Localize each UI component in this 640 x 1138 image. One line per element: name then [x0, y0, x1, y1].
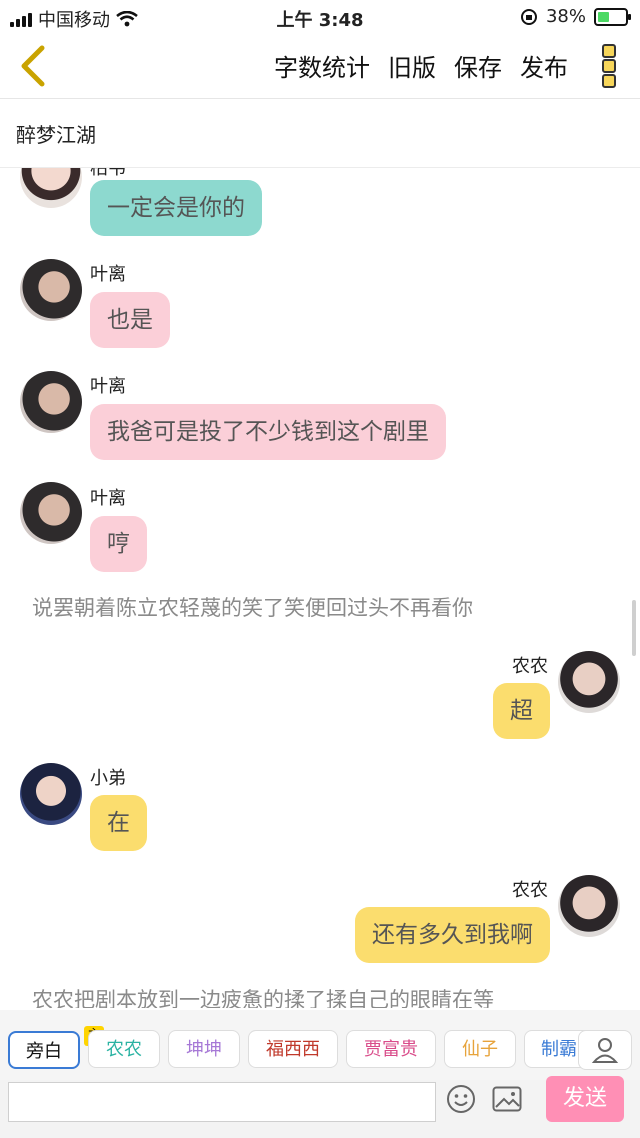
- story-title-row: 醉梦江湖: [0, 99, 640, 168]
- publish-button[interactable]: 发布: [520, 48, 568, 83]
- send-button[interactable]: 发送: [546, 1076, 624, 1122]
- message-bubble: 还有多久到我啊: [355, 907, 550, 963]
- battery-percent: 38%: [545, 6, 586, 27]
- more-menu-icon[interactable]: [602, 44, 618, 88]
- message-bubble: 在: [90, 795, 147, 851]
- status-bar: 中国移动 上午 3:48 38%: [0, 0, 640, 34]
- role-chip-nongnong[interactable]: 农农: [88, 1030, 160, 1068]
- role-chip-fuxixi[interactable]: 福西西: [248, 1030, 338, 1068]
- avatar[interactable]: [20, 371, 82, 433]
- rotation-lock-icon: [520, 8, 537, 25]
- chat-area: 柏韦 一定会是你的 叶离 也是 叶离 我爸可是投了不少钱到这个剧里 叶离 哼 说…: [0, 168, 640, 1008]
- message-input[interactable]: [8, 1082, 436, 1122]
- chat-scrollbar[interactable]: [632, 600, 636, 656]
- message-bubble: 一定会是你的: [90, 180, 262, 236]
- speaker-name: 小弟: [90, 768, 126, 789]
- role-chip-jiafugui[interactable]: 贾富贵: [346, 1030, 436, 1068]
- avatar[interactable]: [558, 875, 620, 937]
- message-bubble: 我爸可是投了不少钱到这个剧里: [90, 404, 446, 460]
- speaker-name: 叶离: [90, 488, 126, 509]
- word-count-button[interactable]: 字数统计: [274, 48, 370, 83]
- speaker-name: 叶离: [90, 376, 126, 397]
- message-bubble: 哼: [90, 516, 147, 572]
- emoji-icon[interactable]: [446, 1084, 476, 1114]
- narration-text: 说罢朝着陈立农轻蔑的笑了笑便回过头不再看你: [32, 596, 473, 620]
- message-bubble: 超: [493, 683, 550, 739]
- speaker-name: 柏韦: [90, 168, 126, 179]
- role-chip-narrator[interactable]: 旁白: [8, 1031, 80, 1069]
- role-chip-xianzi[interactable]: 仙子: [444, 1030, 516, 1068]
- person-icon: [591, 1038, 619, 1063]
- back-chevron-icon[interactable]: [16, 44, 52, 88]
- role-chip-kunkun[interactable]: 坤坤: [168, 1030, 240, 1068]
- add-role-button[interactable]: [578, 1030, 632, 1070]
- message-bubble: 也是: [90, 292, 170, 348]
- speaker-name: 农农: [512, 656, 548, 677]
- page-title: 醉梦江湖: [16, 123, 96, 147]
- image-icon[interactable]: [492, 1086, 522, 1112]
- avatar[interactable]: [20, 482, 82, 544]
- message-input-bar: 发送: [0, 1076, 640, 1138]
- save-button[interactable]: 保存: [454, 48, 502, 83]
- old-version-button[interactable]: 旧版: [388, 48, 436, 83]
- role-selector: 旁白 主 农农 坤坤 福西西 贾富贵 仙子 制霸: [0, 1010, 640, 1080]
- speaker-name: 农农: [512, 880, 548, 901]
- editor-toolbar: 字数统计 旧版 保存 发布: [0, 34, 640, 99]
- speaker-name: 叶离: [90, 264, 126, 285]
- avatar[interactable]: [20, 259, 82, 321]
- avatar[interactable]: [558, 651, 620, 713]
- avatar[interactable]: [20, 168, 82, 208]
- narration-text: 农农把剧本放到一边疲惫的揉了揉自己的眼睛在等: [32, 988, 494, 1008]
- battery-icon: [594, 7, 631, 26]
- avatar[interactable]: [20, 763, 82, 825]
